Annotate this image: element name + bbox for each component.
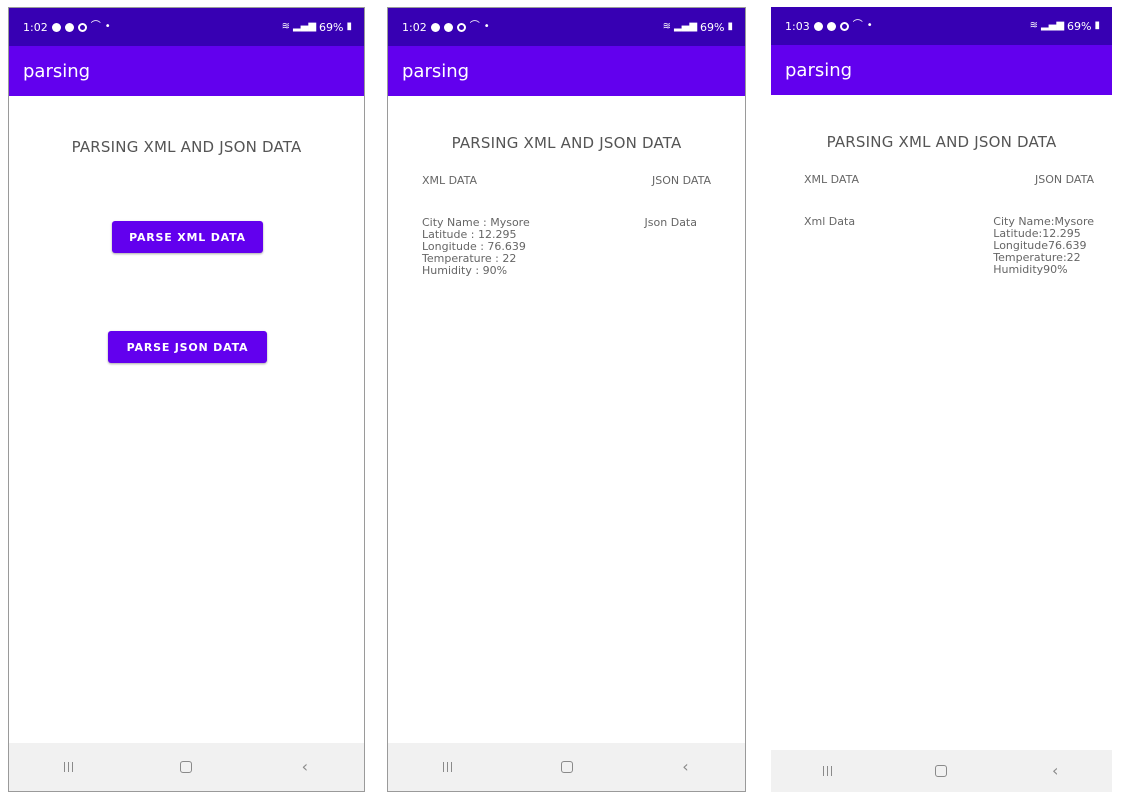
recents-icon xyxy=(823,766,833,776)
home-button[interactable] xyxy=(547,752,587,782)
notification-icon: ⌒ xyxy=(469,21,480,32)
wifi-icon: ≋ xyxy=(662,21,671,32)
xml-data-line: Xml Data xyxy=(804,215,856,228)
json-data-header: JSON DATA xyxy=(1035,173,1094,186)
battery-percent: 69% xyxy=(1067,19,1092,33)
content-area: PARSING XML AND JSON DATA XML DATA JSON … xyxy=(771,95,1112,792)
status-bar: 1:02 ⌒ • ≋ ▂▄▆ 69% ▮ xyxy=(388,8,745,46)
page-heading: PARSING XML AND JSON DATA xyxy=(71,138,302,156)
more-notifications-icon: • xyxy=(483,21,490,32)
notification-icon xyxy=(443,22,453,32)
signal-icon: ▂▄▆ xyxy=(1040,20,1065,31)
content-area: PARSING XML AND JSON DATA XML DATA JSON … xyxy=(388,96,745,791)
battery-icon: ▮ xyxy=(727,21,733,32)
wifi-icon: ≋ xyxy=(281,21,290,32)
recents-button[interactable] xyxy=(428,752,468,782)
home-icon xyxy=(935,765,948,777)
page-heading: PARSING XML AND JSON DATA xyxy=(451,134,682,152)
notification-icon xyxy=(430,22,440,32)
notification-icon xyxy=(839,21,849,31)
status-bar: 1:02 ⌒ • ≋ ▂▄▆ 69% ▮ xyxy=(9,8,364,46)
status-time: 1:02 xyxy=(23,20,48,34)
page-heading: PARSING XML AND JSON DATA xyxy=(826,133,1057,151)
json-data-output: City Name:Mysore Latitude:12.295 Longitu… xyxy=(993,216,1094,276)
signal-icon: ▂▄▆ xyxy=(673,21,698,32)
back-button[interactable]: ‹ xyxy=(666,752,706,782)
home-button[interactable] xyxy=(166,752,206,782)
xml-data-header: XML DATA xyxy=(804,173,859,186)
json-data-output: Json Data xyxy=(645,217,697,229)
battery-icon: ▮ xyxy=(346,21,352,32)
home-button[interactable] xyxy=(921,756,961,786)
status-time: 1:02 xyxy=(402,20,427,34)
more-notifications-icon: • xyxy=(104,21,111,32)
notification-icon xyxy=(826,21,836,31)
recents-button[interactable] xyxy=(808,756,848,786)
xml-data-output: City Name : Mysore Latitude : 12.295 Lon… xyxy=(422,217,530,277)
system-nav-bar: ‹ xyxy=(771,750,1112,792)
back-icon: ‹ xyxy=(301,757,309,776)
battery-percent: 69% xyxy=(700,20,725,34)
system-nav-bar: ‹ xyxy=(9,743,364,791)
recents-icon xyxy=(443,762,452,772)
app-bar: parsing xyxy=(9,46,364,96)
home-icon xyxy=(180,761,193,773)
xml-data-output: Xml Data xyxy=(804,216,855,228)
notification-icon xyxy=(456,22,466,32)
notification-icon xyxy=(64,22,74,32)
recents-button[interactable] xyxy=(48,752,88,782)
content-area: PARSING XML AND JSON DATA PARSE XML DATA… xyxy=(9,96,364,791)
phone-screen-3: 1:03 ⌒ • ≋ ▂▄▆ 69% ▮ parsing PARSING XML… xyxy=(771,7,1112,792)
notification-icon: ⌒ xyxy=(90,21,101,32)
recents-icon xyxy=(63,762,73,772)
xml-data-line: Humidity : 90% xyxy=(422,264,508,277)
more-notifications-icon: • xyxy=(866,20,873,31)
notification-icon xyxy=(77,22,87,32)
notification-icon xyxy=(813,21,823,31)
phone-screen-1: 1:02 ⌒ • ≋ ▂▄▆ 69% ▮ parsing PARSING XML… xyxy=(8,7,365,792)
app-title: parsing xyxy=(785,59,853,81)
status-bar: 1:03 ⌒ • ≋ ▂▄▆ 69% ▮ xyxy=(771,7,1112,45)
back-icon: ‹ xyxy=(1051,761,1059,780)
app-title: parsing xyxy=(23,60,91,82)
status-time: 1:03 xyxy=(785,19,810,33)
notification-icon: ⌒ xyxy=(852,20,863,31)
back-button[interactable]: ‹ xyxy=(1035,756,1075,786)
app-bar: parsing xyxy=(388,46,745,96)
back-icon: ‹ xyxy=(682,757,689,776)
system-nav-bar: ‹ xyxy=(388,743,745,791)
xml-data-header: XML DATA xyxy=(422,174,477,187)
battery-percent: 69% xyxy=(319,20,344,34)
phone-screen-2: 1:02 ⌒ • ≋ ▂▄▆ 69% ▮ parsing PARSING XML… xyxy=(387,7,746,792)
json-data-header: JSON DATA xyxy=(652,174,711,187)
battery-icon: ▮ xyxy=(1094,20,1100,31)
app-title: parsing xyxy=(402,60,470,82)
wifi-icon: ≋ xyxy=(1029,20,1038,31)
app-bar: parsing xyxy=(771,45,1112,95)
parse-xml-button[interactable]: PARSE XML DATA xyxy=(112,221,263,253)
signal-icon: ▂▄▆ xyxy=(292,21,317,32)
back-button[interactable]: ‹ xyxy=(285,752,325,782)
json-data-line: Json Data xyxy=(644,216,697,229)
json-data-line: Humidity90% xyxy=(993,263,1068,276)
home-icon xyxy=(560,761,573,773)
parse-json-button[interactable]: PARSE JSON DATA xyxy=(108,331,267,363)
notification-icon xyxy=(51,22,61,32)
